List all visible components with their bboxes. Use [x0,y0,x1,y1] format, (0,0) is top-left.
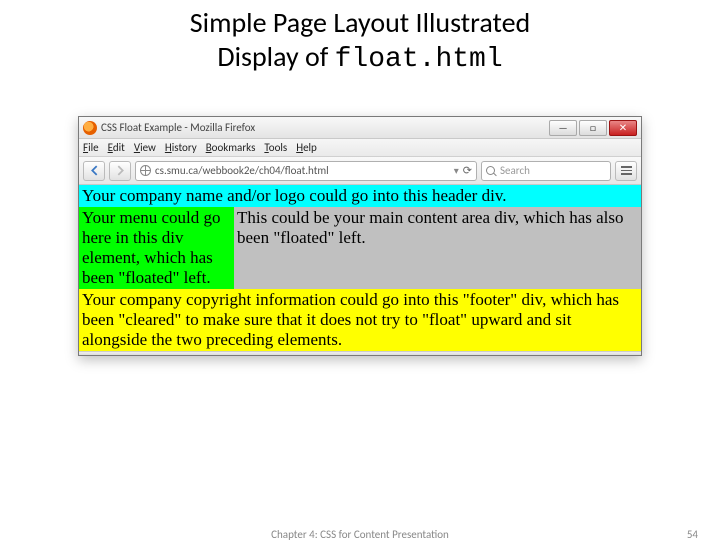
hamburger-icon [621,166,632,168]
browser-toolbar: cs.smu.ca/webbook2e/ch04/float.html ▾ ⟳ … [79,157,641,185]
menu-view[interactable]: View [134,141,156,154]
page-footer-div: Your company copyright information could… [79,289,641,351]
page-header-div: Your company name and/or logo could go i… [79,185,641,207]
slide-title: Simple Page Layout Illustrated Display o… [0,0,720,76]
page-float-row: Your menu could go here in this div elem… [79,207,641,289]
reload-icon[interactable]: ⟳ [463,164,472,177]
hamburger-menu-button[interactable] [615,161,637,181]
maximize-button[interactable]: □ [579,120,607,136]
url-dropdown-icon[interactable]: ▾ [454,164,459,177]
arrow-right-icon [115,165,126,176]
browser-menubar: File Edit View History Bookmarks Tools H… [79,139,641,157]
url-text: cs.smu.ca/webbook2e/ch04/float.html [155,164,329,177]
globe-icon [140,165,151,176]
firefox-icon [83,121,97,135]
search-placeholder: Search [500,164,530,177]
browser-statusbar [79,351,641,355]
menu-file[interactable]: File [83,141,99,154]
window-controls: — □ ✕ [547,120,637,136]
back-button[interactable] [83,161,105,181]
page-content-div: This could be your main content area div… [234,207,641,289]
menu-history[interactable]: History [165,141,197,154]
forward-button[interactable] [109,161,131,181]
menu-bookmarks[interactable]: Bookmarks [206,141,256,154]
slide-title-line2-pre: Display of [217,39,334,74]
page-number: 54 [687,528,698,541]
search-bar[interactable]: Search [481,161,611,181]
menu-tools[interactable]: Tools [264,141,287,154]
menu-edit[interactable]: Edit [108,141,125,154]
close-button[interactable]: ✕ [609,120,637,136]
page-menu-div: Your menu could go here in this div elem… [79,207,234,289]
chapter-label: Chapter 4: CSS for Content Presentation [271,528,449,541]
menu-help[interactable]: Help [296,141,317,154]
browser-window: CSS Float Example - Mozilla Firefox — □ … [78,116,642,356]
slide-title-filename: float.html [335,44,503,75]
arrow-left-icon [89,165,100,176]
minimize-button[interactable]: — [549,120,577,136]
slide-title-line1: Simple Page Layout Illustrated [190,5,530,40]
url-bar[interactable]: cs.smu.ca/webbook2e/ch04/float.html ▾ ⟳ [135,161,477,181]
browser-titlebar: CSS Float Example - Mozilla Firefox — □ … [79,117,641,139]
search-icon [486,166,496,176]
window-title: CSS Float Example - Mozilla Firefox [101,121,255,134]
browser-viewport: Your company name and/or logo could go i… [79,185,641,351]
